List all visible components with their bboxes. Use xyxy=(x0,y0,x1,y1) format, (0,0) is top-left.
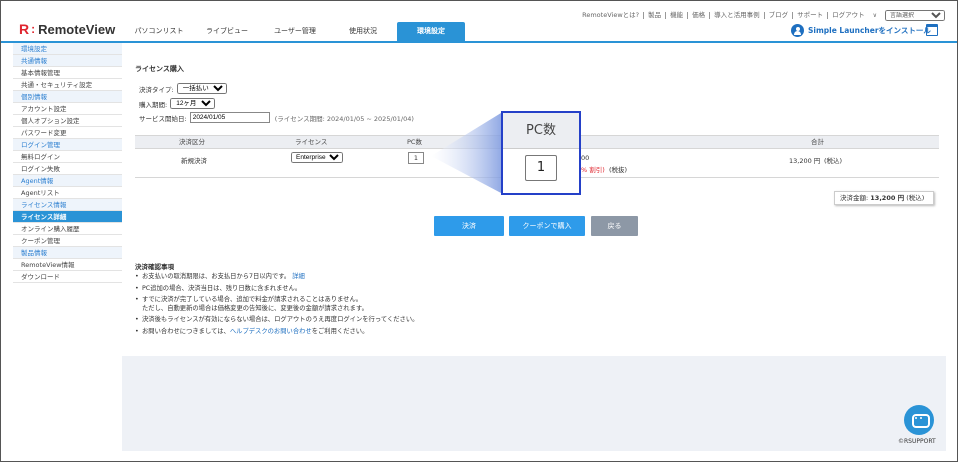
payment-type-label: 決済タイプ: xyxy=(139,85,174,94)
cell-total-tax: (税込) xyxy=(824,157,843,165)
sidebar-item[interactable]: ライセンス情報 xyxy=(13,199,122,211)
tab-settings[interactable]: 環境設定 xyxy=(397,22,465,41)
payment-type-row: 決済タイプ: 一括払い xyxy=(139,83,227,94)
sidebar-item[interactable]: 共通・セキュリティ設定 xyxy=(13,79,122,91)
cell-discount: % 割引) xyxy=(581,166,605,174)
period-row: 購入期間: 12ヶ月 xyxy=(139,98,216,109)
sidebar-item[interactable]: オンライン購入履歴 xyxy=(13,223,122,235)
note-item: お支払いの取消期限は、お支払日から7日以内です。 詳細 xyxy=(135,273,635,282)
install-launcher-link[interactable]: Simple Launcherをインストール xyxy=(791,24,931,37)
sidebar-item[interactable]: RemoteView情報 xyxy=(13,259,122,271)
pc-count-input[interactable]: 1 xyxy=(408,152,424,164)
license-period: (ライセンス期間: 2024/01/05 ~ 2025/01/04) xyxy=(274,114,414,123)
sidebar-item[interactable]: Agent情報 xyxy=(13,175,122,187)
sidebar-item[interactable]: ライセンス詳細 xyxy=(13,211,122,223)
sidebar-item[interactable]: 個人オプション設定 xyxy=(13,115,122,127)
details-link[interactable]: 詳細 xyxy=(292,273,305,280)
summary-label: 決済金額: xyxy=(840,194,869,202)
cell-tax-exempt: (税抜) xyxy=(609,166,628,174)
launcher-label: Simple Launcherをインストール xyxy=(808,26,931,35)
sidebar-item[interactable]: 無料ログイン xyxy=(13,151,122,163)
logo[interactable]: R: RemoteView xyxy=(19,21,115,37)
toplink-blog[interactable]: ブログ xyxy=(765,12,794,19)
sidebar-item[interactable]: ログイン失敗 xyxy=(13,163,122,175)
tab-usage[interactable]: 使用状況 xyxy=(329,22,397,41)
main-footer-area xyxy=(122,356,946,451)
summary-amount: 13,200 円 xyxy=(870,194,905,202)
col-payment-type: 決済区分 xyxy=(179,138,205,146)
sidebar-item[interactable]: ダウンロード xyxy=(13,271,122,283)
user-icon xyxy=(791,24,804,37)
notes-title: 決済確認事項 xyxy=(135,263,174,271)
language-select[interactable]: 言語選択 xyxy=(885,10,945,21)
chevron-down-icon[interactable]: ∨ xyxy=(869,12,881,19)
sidebar-item[interactable]: パスワード変更 xyxy=(13,127,122,139)
main-nav: パソコンリスト ライブビュー ユーザー管理 使用状況 環境設定 xyxy=(125,22,465,41)
zoom-header: PC数 xyxy=(503,113,579,149)
zoom-pc-count: 1 xyxy=(525,155,557,181)
coupon-purchase-button[interactable]: クーポンで購入 xyxy=(509,216,585,236)
zoom-callout: PC数 1 xyxy=(501,111,581,195)
col-total: 合計 xyxy=(811,138,824,146)
sidebar-item[interactable]: 製品情報 xyxy=(13,247,122,259)
pay-button[interactable]: 決済 xyxy=(434,216,504,236)
sidebar-item[interactable]: クーポン管理 xyxy=(13,235,122,247)
note-item: PC追加の場合、決済当日は、残り日数に含まれません。 xyxy=(135,285,635,294)
tab-user-management[interactable]: ユーザー管理 xyxy=(261,22,329,41)
cell-price: 00 xyxy=(581,154,590,162)
sidebar-item[interactable]: 環境設定 xyxy=(13,43,122,55)
tab-live-view[interactable]: ライブビュー xyxy=(193,22,261,41)
app-frame: RemoteViewとは? 製品 機能 価格 導入と活用事例 ブログ サポート … xyxy=(0,0,958,462)
toplink-cases[interactable]: 導入と活用事例 xyxy=(710,12,765,19)
period-select[interactable]: 12ヶ月 xyxy=(170,98,216,109)
col-pc-count: PC数 xyxy=(407,138,422,146)
note-item: すでに決済が完了している場合、追加で料金が請求されることはありません。 ただし、… xyxy=(135,296,635,313)
summary-tax: (税込) xyxy=(906,194,925,202)
notes-list: お支払いの取消期限は、お支払日から7日以内です。 詳細 PC追加の場合、決済当日… xyxy=(135,273,635,339)
cell-payment-type: 新規決済 xyxy=(181,157,207,165)
logo-colon: : xyxy=(31,22,36,36)
toplink-logout[interactable]: ログアウト xyxy=(828,12,869,19)
payment-summary: 決済金額: 13,200 円 (税込) xyxy=(834,191,934,205)
chatbot-icon[interactable] xyxy=(904,405,934,435)
sidebar-item[interactable]: 基本情報管理 xyxy=(13,67,122,79)
col-license: ライセンス xyxy=(295,138,328,146)
license-select[interactable]: Enterprise xyxy=(291,152,343,163)
sidebar-item[interactable]: Agentリスト xyxy=(13,187,122,199)
start-date-row: サービス開始日: (ライセンス期間: 2024/01/05 ~ 2025/01/… xyxy=(139,112,414,123)
window-icon[interactable] xyxy=(926,24,938,36)
start-date-input[interactable] xyxy=(189,112,270,123)
logo-mark: R xyxy=(19,21,30,37)
period-label: 購入期間: xyxy=(139,100,168,109)
payment-type-select[interactable]: 一括払い xyxy=(176,83,227,94)
note-item: お問い合わせにつきましては、ヘルプデスクのお問い合わせをご利用ください。 xyxy=(135,328,635,337)
copyright: ©RSUPPORT xyxy=(898,438,936,445)
back-button[interactable]: 戻る xyxy=(591,216,638,236)
sidebar-item[interactable]: 共通情報 xyxy=(13,55,122,67)
tab-pc-list[interactable]: パソコンリスト xyxy=(125,22,193,41)
sidebar-item[interactable]: ログイン管理 xyxy=(13,139,122,151)
toplink-price[interactable]: 価格 xyxy=(688,12,711,19)
page-title: ライセンス購入 xyxy=(135,65,184,73)
toplink-about[interactable]: RemoteViewとは? xyxy=(578,12,645,19)
note-item: 決済後もライセンスが有効にならない場合は、ログアウトのうえ再度ログインを行ってく… xyxy=(135,316,635,325)
toplink-support[interactable]: サポート xyxy=(793,12,829,19)
toplink-features[interactable]: 機能 xyxy=(666,12,689,19)
sidebar-item[interactable]: 個別情報 xyxy=(13,91,122,103)
cell-license: Enterprise xyxy=(291,152,343,163)
top-links: RemoteViewとは? 製品 機能 価格 導入と活用事例 ブログ サポート … xyxy=(578,10,945,21)
sidebar: 環境設定 共通情報 基本情報管理 共通・セキュリティ設定 個別情報 アカウント設定 個人オプ… xyxy=(13,43,122,461)
sidebar-item[interactable]: アカウント設定 xyxy=(13,103,122,115)
start-date-label: サービス開始日: xyxy=(139,114,187,123)
logo-text: RemoteView xyxy=(38,21,116,37)
toplink-product[interactable]: 製品 xyxy=(644,12,667,19)
helpdesk-link[interactable]: ヘルプデスクのお問い合わせ xyxy=(230,328,312,335)
cell-total: 13,200 円 xyxy=(789,157,821,165)
